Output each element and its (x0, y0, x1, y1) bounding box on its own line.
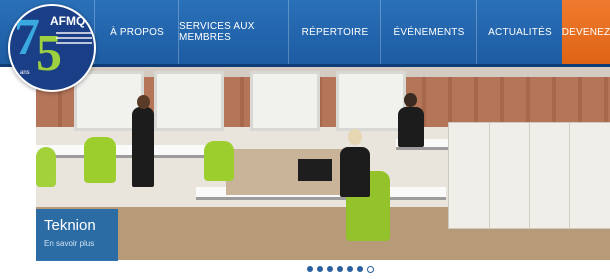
nav-item-repertoire[interactable]: Répertoire (288, 0, 381, 64)
slider-pagination (307, 266, 374, 273)
logo-number-five: 5 (36, 25, 62, 82)
slide-caption-link[interactable]: En savoir plus (44, 239, 94, 248)
cabinet-door-line (569, 123, 570, 228)
nav-item-a-propos[interactable]: À propos (94, 0, 179, 64)
person-at-desk (398, 107, 424, 147)
left-margin (0, 67, 36, 279)
window (336, 71, 406, 131)
chair (36, 147, 56, 187)
hero-slide-image[interactable] (36, 67, 610, 260)
storage-cabinet (448, 122, 610, 229)
cabinet-door-line (529, 123, 530, 228)
slide-caption-title: Teknion (44, 217, 96, 234)
chair (204, 141, 234, 181)
desk-panel (226, 149, 354, 195)
person-seated (340, 147, 370, 197)
cabinet-door-line (489, 123, 490, 228)
slider-dot-active[interactable] (367, 266, 374, 273)
nav-item-services-aux-membres[interactable]: Services aux membres (178, 0, 289, 64)
nav-item-actualites[interactable]: Actualités (476, 0, 563, 64)
person-head (404, 93, 417, 107)
desk (36, 145, 206, 158)
slider-dot[interactable] (307, 266, 313, 272)
person-head (348, 129, 362, 145)
laptop (298, 159, 332, 181)
logo-tagline-line (56, 37, 92, 39)
person-standing (132, 107, 154, 187)
slider-dot[interactable] (327, 266, 333, 272)
logo-tagline-line (56, 42, 92, 44)
logo-suffix: ans (20, 70, 30, 76)
nav-item-devenez-membre[interactable]: Devenez (562, 0, 610, 64)
logo-name: AFMQ (50, 14, 86, 28)
window (154, 71, 224, 131)
logo-tagline-line (56, 32, 92, 34)
slider-dot[interactable] (357, 266, 363, 272)
window (250, 71, 320, 131)
nav-item-evenements[interactable]: Événements (380, 0, 477, 64)
slider-dot[interactable] (347, 266, 353, 272)
slider-dot[interactable] (317, 266, 323, 272)
afmq-75-logo[interactable]: 7 5 AFMQ ans (8, 4, 96, 92)
chair (84, 137, 116, 183)
slider-dot[interactable] (337, 266, 343, 272)
person-head (137, 95, 150, 109)
slide-caption[interactable]: Teknion En savoir plus (36, 209, 118, 261)
